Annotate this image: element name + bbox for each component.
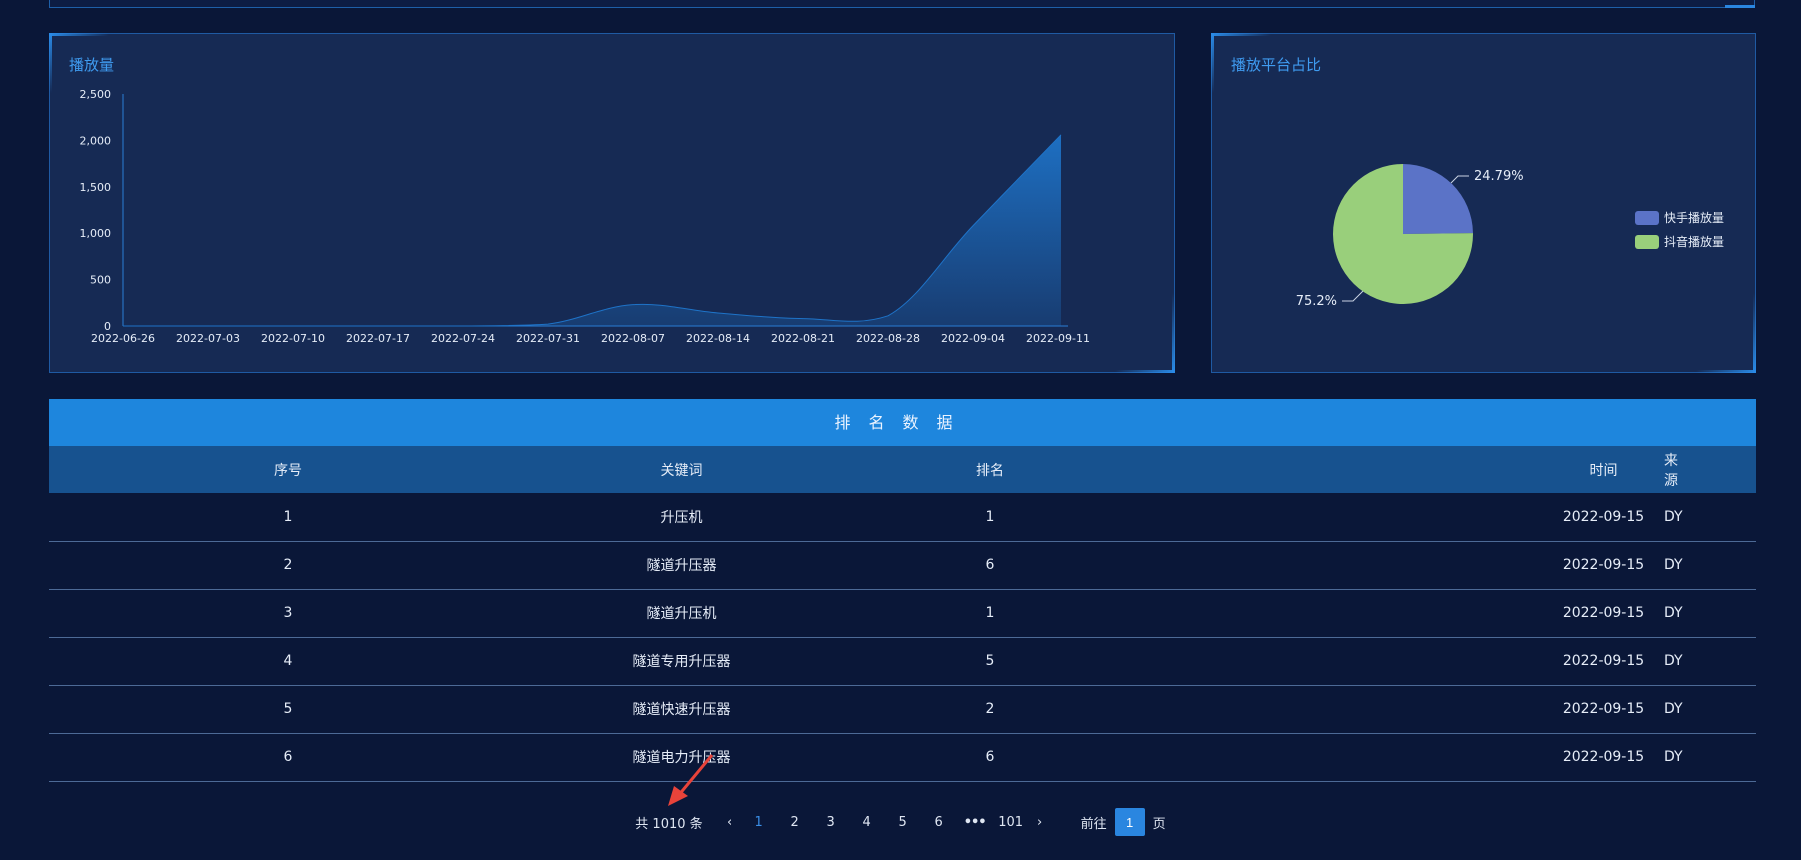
x-tick-label: 2022-08-14 <box>686 332 750 345</box>
x-tick-label: 2022-07-17 <box>346 332 410 345</box>
platform-share-pie-chart: 24.79% 75.2% 快手播放量抖音播放量 <box>1296 164 1724 309</box>
page-button[interactable]: 6 <box>921 815 957 830</box>
play-count-panel: 播放量 0 500 1,000 1,500 2,000 2,500 2022-06-26 20… <box>49 33 1175 373</box>
legend-label: 抖音播放量 <box>1664 234 1724 249</box>
x-tick-label: 2022-09-11 <box>1026 332 1090 345</box>
pie-value-label: 24.79% <box>1474 169 1524 184</box>
table-cell: DY <box>1664 605 1683 621</box>
column-header: 关键词 <box>660 462 703 479</box>
table-cell: DY <box>1664 508 1683 525</box>
column-header: 时间 <box>1589 462 1618 479</box>
table-cell: DY <box>1664 653 1683 669</box>
pie-label-line <box>1342 290 1364 302</box>
table-cell: 隧道升压器 <box>646 558 717 574</box>
y-tick-label: 2,500 <box>80 88 112 101</box>
page-button[interactable]: 2 <box>777 815 813 830</box>
x-tick-label: 2022-06-26 <box>91 332 155 345</box>
table-cell: 1 <box>985 508 995 525</box>
table-cell: 2022-09-15 <box>1562 701 1645 717</box>
legend-swatch <box>1635 211 1659 225</box>
table-row: 2 隧道升压器 6 DY 2022-09-15 <box>49 541 1756 589</box>
table-cell: 2022-09-15 <box>1562 653 1645 669</box>
play-count-area <box>123 134 1061 326</box>
table-cell: DY <box>1664 701 1683 717</box>
x-tick-label: 2022-09-04 <box>941 332 1005 345</box>
column-header: 排名 <box>976 462 1004 479</box>
table-cell: 隧道专用升压器 <box>632 654 731 670</box>
pagination: 共 1010 条 ‹ 1 2 3 4 5 6 ••• 101 › 前往 页 <box>0 808 1801 836</box>
x-tick-label: 2022-07-31 <box>516 332 580 345</box>
more-pages-button[interactable]: ••• <box>957 815 993 830</box>
table-cell: 5 <box>283 701 293 717</box>
table-cell: DY <box>1664 749 1683 765</box>
table-cell: 隧道快速升压器 <box>632 702 731 718</box>
play-count-area-chart: 05001,0001,5002,0002,5002022-06-26 2022-0… <box>80 88 1090 345</box>
table-cell: 1 <box>283 508 293 525</box>
pie-slice <box>1403 164 1473 234</box>
table-cell: 4 <box>283 653 293 669</box>
table-cell: 2022-09-15 <box>1562 605 1645 621</box>
goto-page-input[interactable] <box>1114 808 1145 836</box>
table-cell: DY <box>1664 557 1683 573</box>
x-tick-label: 2022-08-28 <box>856 332 920 345</box>
table-row: 4 隧道专用升压器 5 DY 2022-09-15 <box>49 637 1756 685</box>
table-cell: 升压机 <box>660 509 703 526</box>
table-row: 5 隧道快速升压器 2 DY 2022-09-15 <box>49 685 1756 733</box>
top-panel-edge <box>49 0 1755 8</box>
table-cell: 6 <box>283 749 293 765</box>
y-tick-label: 500 <box>90 274 111 287</box>
table-header-row: 序号 关键词 排名 来源 时间 <box>49 446 1756 493</box>
legend-swatch <box>1635 235 1659 249</box>
table-cell: 2 <box>283 557 293 573</box>
y-tick-label: 1,000 <box>80 227 112 240</box>
chevron-right-icon[interactable]: › <box>1029 815 1051 830</box>
table-row: 3 隧道升压机 1 DY 2022-09-15 <box>49 589 1756 637</box>
column-header: 来源 <box>1664 452 1678 489</box>
table-row: 6 隧道电力升压器 6 DY 2022-09-15 <box>49 733 1756 781</box>
table-cell: 6 <box>985 749 995 765</box>
table-cell: 2 <box>985 701 995 717</box>
table-cell: 2022-09-15 <box>1562 749 1645 765</box>
table-cell: 隧道升压机 <box>646 606 717 622</box>
page-button[interactable]: 1 <box>741 815 777 830</box>
page-button[interactable]: 3 <box>813 815 849 830</box>
table-cell: 5 <box>985 653 995 669</box>
column-header: 序号 <box>274 462 302 479</box>
x-tick-label: 2022-08-07 <box>601 332 665 345</box>
table-row: 1 升压机 1 DY 2022-09-15 <box>49 493 1756 541</box>
x-tick-label: 2022-07-10 <box>261 332 325 345</box>
page-button[interactable]: 4 <box>849 815 885 830</box>
pie-label-line <box>1450 175 1469 184</box>
table-cell: 2022-09-15 <box>1562 557 1645 573</box>
table-cell: 1 <box>985 605 995 621</box>
chevron-left-icon[interactable]: ‹ <box>719 815 741 830</box>
total-count: 共 1010 条 <box>635 816 703 832</box>
legend-label: 快手播放量 <box>1664 210 1724 225</box>
y-tick-label: 1,500 <box>80 181 112 194</box>
table-cell: 3 <box>283 605 293 621</box>
page-suffix: 页 <box>1152 816 1166 832</box>
ranking-table: 排名数据 序号 关键词 排名 来源 时间 1 升压机 1 DY 2022-09-15 2 隧… <box>49 399 1756 782</box>
table-title: 排名数据 <box>49 399 1756 446</box>
table-cell: 2022-09-15 <box>1562 508 1645 525</box>
page-button[interactable]: 5 <box>885 815 921 830</box>
platform-share-panel: 播放平台占比 24.79% 75.2% 快手播放量 抖音播放量 <box>1211 33 1756 373</box>
x-tick-label: 2022-07-24 <box>431 332 495 345</box>
annotation-arrow-icon <box>668 754 714 806</box>
goto-label: 前往 <box>1080 816 1107 832</box>
x-tick-label: 2022-07-03 <box>176 332 240 345</box>
y-tick-label: 2,000 <box>80 134 112 147</box>
x-tick-label: 2022-08-21 <box>771 332 835 345</box>
pie-value-label: 75.2% <box>1296 294 1337 309</box>
goto-page: 前往 页 <box>1081 808 1166 836</box>
page-button-last[interactable]: 101 <box>993 815 1029 830</box>
table-cell: 6 <box>985 557 995 573</box>
